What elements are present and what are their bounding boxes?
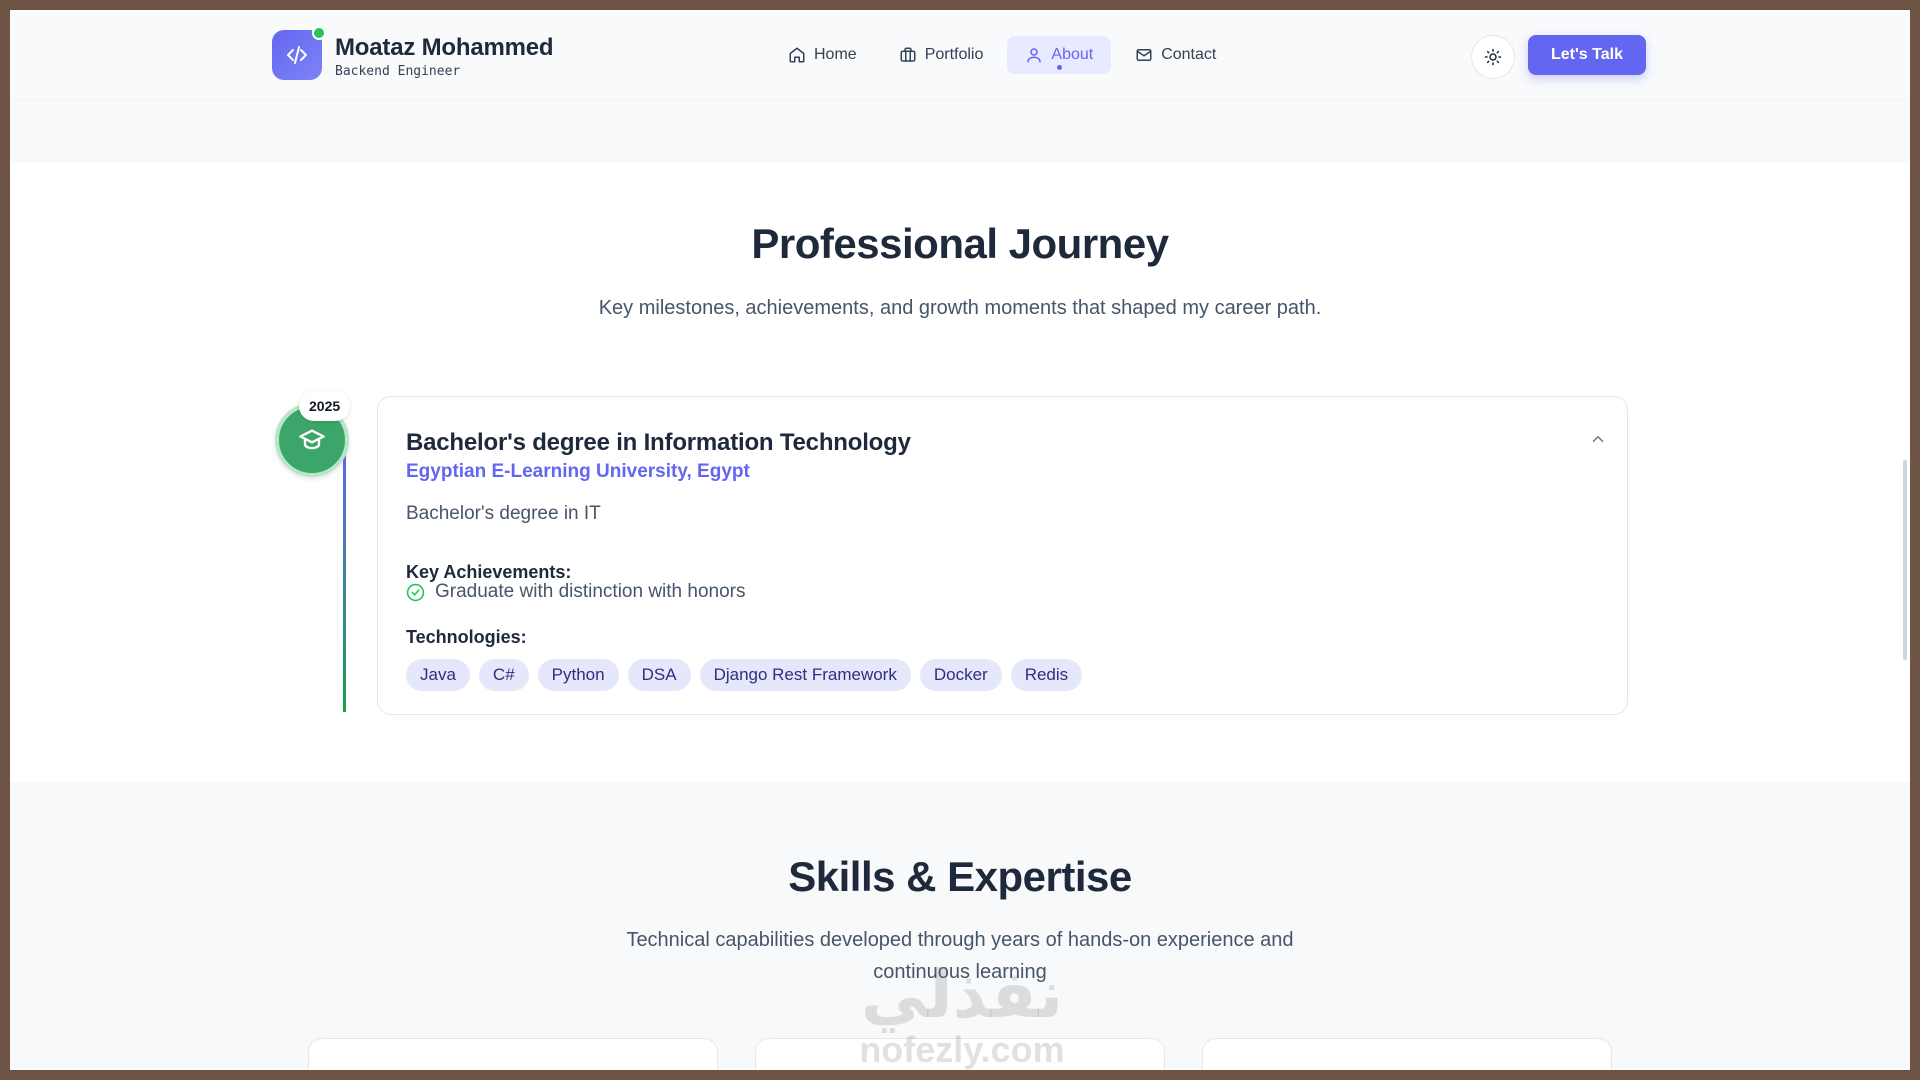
tech-tag: Redis: [1010, 659, 1083, 691]
technology-tags: Java C# Python DSA Django Rest Framework…: [406, 659, 1083, 691]
mail-icon: [1136, 49, 1152, 61]
code-icon: [287, 46, 307, 64]
skills-title: Skills & Expertise: [788, 853, 1132, 900]
card-organization: Egyptian E-Learning University, Egypt: [406, 461, 750, 482]
skill-card: [1202, 1038, 1612, 1070]
sun-icon: [1484, 48, 1502, 66]
nav-about[interactable]: About: [1007, 36, 1112, 74]
main-nav: Home Portfolio About Contact: [770, 36, 1234, 74]
watermark-latin: nofezly.com: [859, 1029, 1065, 1070]
achievement-text: Graduate with distinction with honors: [435, 581, 746, 602]
site-header: Moataz Mohammed Backend Engineer Home Po…: [10, 10, 1910, 100]
tech-tag: Python: [537, 659, 619, 691]
user-icon: [1027, 48, 1042, 63]
watermark-arabic: نفذلي: [861, 956, 1063, 1033]
timeline-year-badge: 2025: [299, 391, 351, 421]
page-scrollbar[interactable]: [1903, 460, 1907, 660]
brand-name[interactable]: Moataz Mohammed: [335, 34, 554, 62]
briefcase-icon: [900, 47, 916, 62]
browser-viewport: Moataz Mohammed Backend Engineer Home Po…: [10, 10, 1910, 1070]
nav-home-label: Home: [814, 46, 857, 63]
tech-tag: C#: [478, 659, 529, 691]
journey-subtitle: Key milestones, achievements, and growth…: [598, 297, 1322, 319]
achievement-item: Graduate with distinction with honors: [406, 581, 746, 603]
achievements-heading: Key Achievements:: [406, 562, 572, 582]
previous-section-band: [10, 101, 1910, 163]
tech-tag: Docker: [919, 659, 1002, 691]
nav-about-label: About: [1051, 46, 1094, 63]
collapse-button[interactable]: [1586, 427, 1610, 451]
lets-talk-button[interactable]: Let's Talk: [1528, 35, 1646, 75]
tech-tag: Django Rest Framework: [699, 659, 911, 691]
technologies-heading: Technologies:: [406, 627, 527, 647]
journey-title: Professional Journey: [751, 220, 1169, 267]
chevron-up-icon: [1592, 436, 1604, 442]
graduation-cap-icon: [299, 429, 325, 450]
tech-tag: Java: [406, 659, 470, 691]
card-title: Bachelor's degree in Information Technol…: [406, 429, 911, 456]
nav-portfolio-label: Portfolio: [924, 46, 984, 63]
nav-contact-label: Contact: [1161, 46, 1217, 63]
online-status-dot: [312, 26, 326, 40]
check-circle-icon: [406, 583, 425, 601]
home-icon: [789, 47, 805, 63]
nav-contact[interactable]: Contact: [1117, 36, 1234, 74]
nav-portfolio[interactable]: Portfolio: [881, 36, 1002, 74]
nav-home[interactable]: Home: [770, 36, 875, 74]
card-description: Bachelor's degree in IT: [406, 503, 601, 524]
timeline-line: [343, 450, 346, 712]
theme-toggle-button[interactable]: [1471, 35, 1515, 79]
skill-card: [308, 1038, 718, 1070]
brand-subtitle: Backend Engineer: [335, 64, 461, 79]
timeline-card: Bachelor's degree in Information Technol…: [377, 396, 1628, 715]
active-indicator: [1057, 65, 1063, 70]
tech-tag: DSA: [627, 659, 691, 691]
watermark: نفذلي nofezly.com: [842, 960, 1082, 1070]
